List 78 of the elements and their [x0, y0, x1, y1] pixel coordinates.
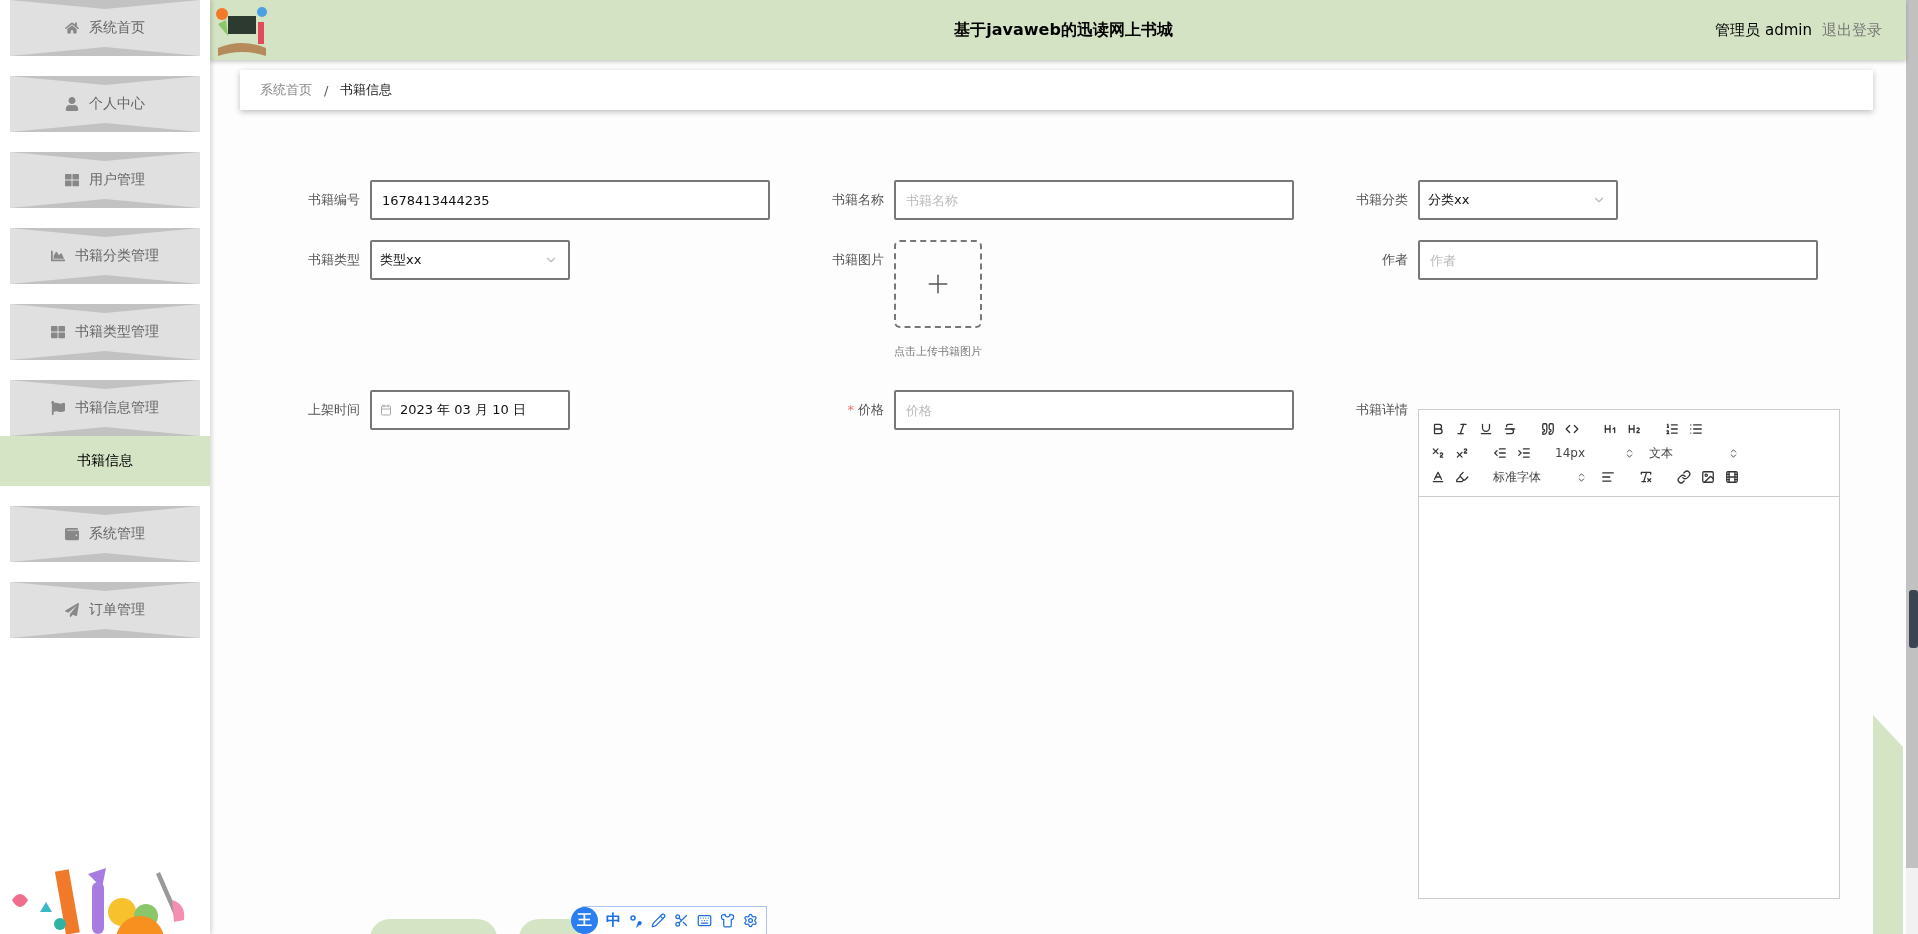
outdent-icon[interactable] — [1493, 446, 1507, 460]
sidebar-item[interactable]: 书籍信息管理 — [10, 380, 200, 436]
site-title: 基于javaweb的迅读网上书城 — [953, 19, 1174, 41]
code-icon[interactable] — [1565, 422, 1579, 436]
sidebar-item[interactable]: 个人中心 — [10, 76, 200, 132]
wallet-icon — [65, 527, 79, 541]
text-color-icon[interactable] — [1431, 470, 1445, 484]
underline-icon[interactable] — [1479, 422, 1493, 436]
link-icon[interactable] — [1677, 470, 1691, 484]
sidebar-item[interactable]: 系统管理 — [10, 506, 200, 562]
breadcrumb-item[interactable]: 系统首页 — [260, 81, 312, 99]
indent-icon[interactable] — [1517, 446, 1531, 460]
subscript-icon[interactable] — [1431, 446, 1445, 460]
field-label: 书籍分类 — [1355, 191, 1408, 209]
user-icon — [65, 97, 79, 111]
upload-hint: 点击上传书籍图片 — [894, 344, 982, 359]
input-field[interactable]: 书籍名称 — [894, 180, 1294, 220]
grid-icon — [65, 173, 79, 187]
up-down-icon — [1624, 447, 1635, 459]
up-down-icon — [1576, 471, 1587, 483]
heading-select[interactable]: 文本 — [1649, 444, 1739, 462]
calendar-icon — [380, 404, 392, 416]
grid-icon — [51, 325, 65, 339]
ordered-list-icon[interactable] — [1665, 422, 1679, 436]
keyboard-icon[interactable] — [697, 913, 712, 928]
logout-link[interactable]: 退出登录 — [1822, 20, 1882, 40]
image-icon[interactable] — [1701, 470, 1715, 484]
input-field[interactable]: 1678413444235 — [370, 180, 770, 220]
input-field[interactable]: 作者 — [1418, 240, 1818, 280]
superscript-icon[interactable] — [1455, 446, 1469, 460]
breadcrumb-separator: / — [324, 82, 329, 98]
field-label: 书籍名称 — [831, 191, 884, 209]
font-size-select[interactable]: 14px — [1555, 446, 1635, 460]
sidebar-item[interactable]: 书籍分类管理 — [10, 228, 200, 284]
field-label: 作者 — [1381, 251, 1408, 269]
highlight-icon[interactable] — [1455, 470, 1469, 484]
field-label: * 价格 — [846, 401, 884, 419]
breadcrumb-item[interactable]: 书籍信息 — [340, 81, 393, 99]
scrollbar[interactable] — [1906, 0, 1918, 934]
flag-icon — [51, 401, 65, 415]
up-down-icon — [1728, 447, 1739, 459]
shirt-icon[interactable] — [720, 913, 735, 928]
ime-logo[interactable]: 王 — [571, 907, 598, 934]
date-field[interactable]: 2023 年 03 月 10 日 — [370, 390, 570, 430]
home-icon — [65, 21, 79, 35]
chart-icon — [51, 249, 65, 263]
punctuation-icon[interactable] — [629, 913, 643, 928]
field-label: 书籍类型 — [307, 251, 360, 269]
select-field[interactable]: 类型xx — [370, 240, 570, 280]
italic-icon[interactable] — [1455, 422, 1469, 436]
paper-plane-icon — [65, 603, 79, 617]
font-select[interactable]: 标准字体 — [1493, 468, 1587, 486]
field-label: 上架时间 — [307, 401, 360, 419]
field-label: 书籍图片 — [831, 251, 884, 269]
sidebar-item[interactable]: 书籍类型管理 — [10, 304, 200, 360]
pen-icon[interactable] — [651, 913, 666, 928]
sidebar-subitem[interactable]: 书籍信息 — [0, 436, 210, 486]
sidebar-item[interactable]: 订单管理 — [10, 582, 200, 638]
heading-one-icon[interactable] — [1603, 422, 1617, 436]
sidebar-item[interactable]: 系统首页 — [10, 0, 200, 56]
strikethrough-icon[interactable] — [1503, 422, 1517, 436]
bullet-list-icon[interactable] — [1689, 422, 1703, 436]
field-label: 书籍详情 — [1355, 401, 1408, 419]
align-left-icon[interactable] — [1601, 470, 1615, 484]
clear-format-icon[interactable] — [1639, 470, 1653, 484]
field-label: 书籍编号 — [307, 191, 360, 209]
scissors-icon[interactable] — [674, 913, 689, 928]
user-name: 管理员 admin — [1715, 20, 1812, 40]
sidebar-item[interactable]: 用户管理 — [10, 152, 200, 208]
input-field[interactable]: 价格 — [894, 390, 1294, 430]
heading-two-icon[interactable] — [1627, 422, 1641, 436]
video-icon[interactable] — [1725, 470, 1739, 484]
bold-icon[interactable] — [1431, 422, 1445, 436]
settings-icon[interactable] — [743, 913, 758, 928]
select-field[interactable]: 分类xx — [1418, 180, 1618, 220]
quote-icon[interactable] — [1541, 422, 1555, 436]
image-upload[interactable] — [894, 240, 982, 328]
ime-mode[interactable]: 中 — [606, 911, 621, 930]
